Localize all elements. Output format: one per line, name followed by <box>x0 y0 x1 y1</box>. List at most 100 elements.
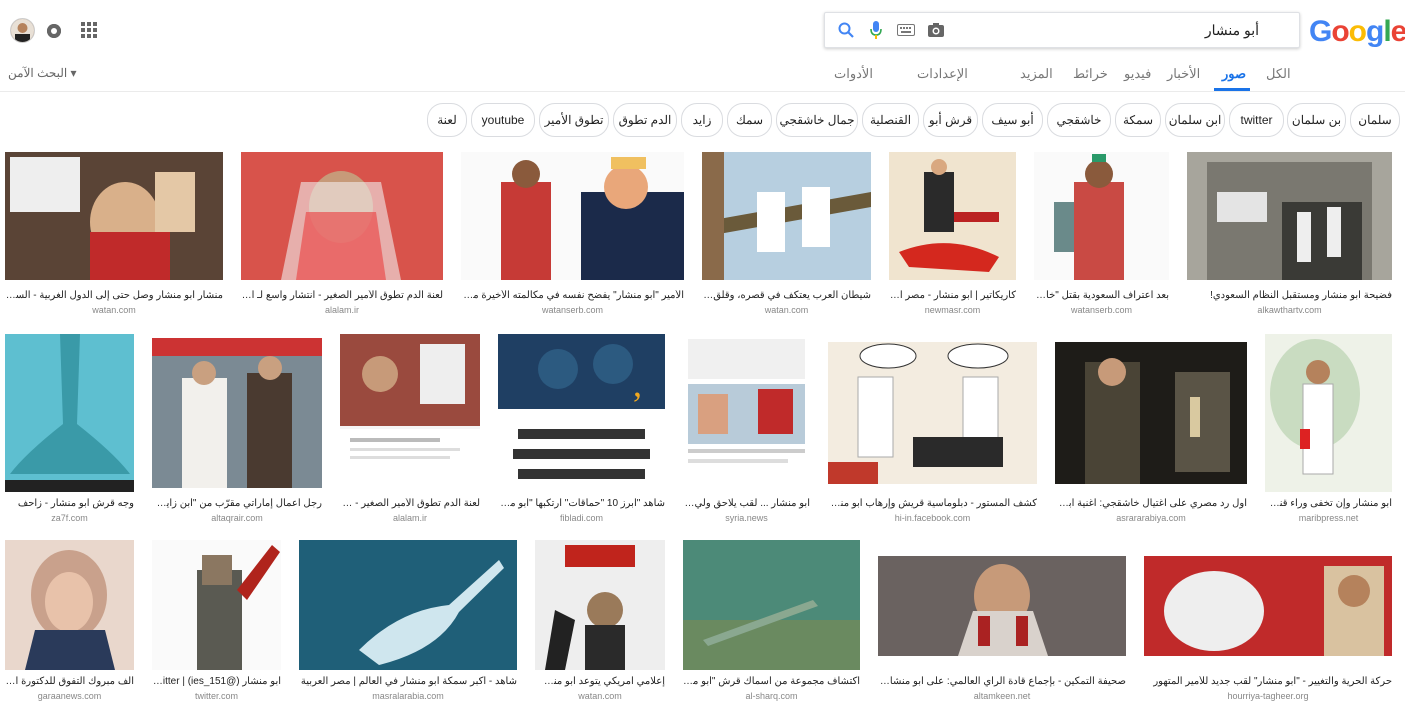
image-result[interactable]: , شاهد "أبرز 10 "حماقات" ارتكبها "أبو من… <box>498 334 665 524</box>
tab-images[interactable]: صور <box>1222 66 1246 82</box>
image-result[interactable]: وجه قرش أبو منشار - زاحف za7f.com <box>5 334 134 524</box>
related-chip[interactable]: youtube <box>471 103 535 137</box>
image-result[interactable]: لعنة الدم تطوق الأمير الصغير - انتشار وا… <box>340 334 480 524</box>
result-caption[interactable]: ألف مبروك التفوق للدكتورة الصغيرة... <box>5 676 134 687</box>
tab-settings[interactable]: الإعدادات <box>917 66 968 82</box>
account-avatar[interactable] <box>10 18 35 43</box>
tab-more[interactable]: المزيد <box>1020 66 1053 82</box>
image-result[interactable]: كاريكاتير | أبو منشار - مصر الجديدة newm… <box>889 152 1016 317</box>
related-chip[interactable]: بن سلمان <box>1287 103 1346 137</box>
apps-grid-icon[interactable] <box>81 22 97 38</box>
image-result[interactable]: حركة الحرية والتغيير - "أبو منشار" لقب ج… <box>1144 556 1392 710</box>
result-caption[interactable]: الأمير "أبو منشار" يفضح نفسه في مكالمته … <box>461 290 684 301</box>
result-caption[interactable]: لعنة الدم تطوق الأمير الصغير - انتشار وا… <box>241 290 443 301</box>
result-thumbnail[interactable] <box>299 540 517 670</box>
result-caption[interactable]: أول رد مصري على اغتيال خاشقجي: أغنية أبو… <box>1055 498 1247 509</box>
related-chip[interactable]: الدم تطوق <box>613 103 677 137</box>
related-chip[interactable]: أبو سيف <box>982 103 1043 137</box>
image-result[interactable]: إعلامي أمريكي يتوعد أبو منشار بالـ... wa… <box>535 540 665 710</box>
result-caption[interactable]: أبو منشار وإن تخفى وراء قنصل ... <box>1265 498 1392 509</box>
result-caption[interactable]: فضيحة أبو منشار ومستقبل النظام السعودي! <box>1187 290 1392 301</box>
result-thumbnail[interactable] <box>1187 152 1392 280</box>
result-caption[interactable]: وجه قرش أبو منشار - زاحف <box>5 498 134 509</box>
result-thumbnail[interactable] <box>702 152 871 280</box>
result-thumbnail[interactable] <box>828 342 1037 484</box>
result-caption[interactable]: أبو منشار (@ies_151) | Twitter <box>152 676 281 687</box>
image-result[interactable]: ألف مبروك التفوق للدكتورة الصغيرة... gar… <box>5 540 134 710</box>
result-thumbnail[interactable] <box>5 334 134 492</box>
tab-news[interactable]: الأخبار <box>1167 66 1200 82</box>
result-thumbnail[interactable] <box>889 152 1016 280</box>
image-result[interactable]: كشف المستور - دبلوماسية قريش وإرهاب أبو … <box>828 342 1037 524</box>
result-thumbnail[interactable] <box>1265 334 1392 492</box>
related-chip[interactable]: قرش أبو <box>923 103 978 137</box>
result-thumbnail[interactable] <box>5 152 223 280</box>
image-result[interactable]: لعنة الدم تطوق الأمير الصغير - انتشار وا… <box>241 152 443 317</box>
result-caption[interactable]: حركة الحرية والتغيير - "أبو منشار" لقب ج… <box>1144 676 1392 687</box>
result-thumbnail[interactable]: , <box>498 334 665 492</box>
result-caption[interactable]: شاهد "أبرز 10 "حماقات" ارتكبها "أبو منشا… <box>498 498 665 509</box>
result-thumbnail[interactable] <box>878 556 1126 656</box>
result-caption[interactable]: اكتشاف مجموعة من أسماك قرش "أبو منشار" ت… <box>683 676 860 687</box>
related-chip[interactable]: زايد <box>681 103 723 137</box>
result-thumbnail[interactable] <box>1144 556 1392 656</box>
safesearch-dropdown[interactable]: البحث الآمن ▾ <box>8 66 77 80</box>
image-result[interactable]: منشار أبو منشار وصل حتى إلى الدول الغربي… <box>5 152 223 317</box>
image-result[interactable]: الأمير "أبو منشار" يفضح نفسه في مكالمته … <box>461 152 684 317</box>
result-caption[interactable]: لعنة الدم تطوق الأمير الصغير - انتشار وا… <box>340 498 480 509</box>
result-caption[interactable]: شاهد - أكبر سمكة أبو منشار في العالم | م… <box>299 676 517 687</box>
result-caption[interactable]: رجل أعمال إماراتي مقرّب من "ابن زايد" يك… <box>152 498 322 509</box>
related-chip[interactable]: سمكة <box>1115 103 1161 137</box>
google-logo[interactable]: Google <box>1309 14 1405 50</box>
result-caption[interactable]: بعد اعتراف السعودية بقتل "خاشقجي"... <box>1034 290 1169 301</box>
image-result[interactable]: أبو منشار ... لقب يلاحق ولي العهد... syr… <box>683 334 810 524</box>
image-result[interactable]: شيطان العرب يعتكف في قصره، وقلق على عزل.… <box>702 152 871 317</box>
image-result[interactable]: فضيحة أبو منشار ومستقبل النظام السعودي! … <box>1187 152 1392 317</box>
search-box[interactable]: أبو منشار <box>824 12 1300 48</box>
result-thumbnail[interactable] <box>241 152 443 280</box>
related-chip[interactable]: خاشقجي <box>1047 103 1111 137</box>
search-icon[interactable] <box>835 19 857 41</box>
related-chip[interactable]: سلمان <box>1350 103 1400 137</box>
image-result[interactable]: اكتشاف مجموعة من أسماك قرش "أبو منشار" ت… <box>683 540 860 710</box>
image-result[interactable]: أول رد مصري على اغتيال خاشقجي: أغنية أبو… <box>1055 342 1247 524</box>
result-caption[interactable]: كشف المستور - دبلوماسية قريش وإرهاب أبو … <box>828 498 1037 509</box>
result-thumbnail[interactable] <box>152 540 281 670</box>
tab-all[interactable]: الكل <box>1266 66 1291 82</box>
notifications-icon[interactable] <box>47 24 61 38</box>
related-chip[interactable]: twitter <box>1229 103 1284 137</box>
related-chip[interactable]: سمك <box>727 103 772 137</box>
related-chip[interactable]: القنصلية <box>862 103 919 137</box>
result-caption[interactable]: أبو منشار ... لقب يلاحق ولي العهد... <box>683 498 810 509</box>
result-thumbnail[interactable] <box>1034 152 1169 280</box>
microphone-icon[interactable] <box>865 19 887 41</box>
related-chip[interactable]: تطوق الأمير <box>539 103 609 137</box>
result-thumbnail[interactable] <box>461 152 684 280</box>
image-result[interactable]: أبو منشار وإن تخفى وراء قنصل ... maribpr… <box>1265 334 1392 524</box>
image-result[interactable]: أبو منشار (@ies_151) | Twitter twitter.c… <box>152 540 281 710</box>
result-thumbnail[interactable] <box>683 540 860 670</box>
tab-videos[interactable]: فيديو <box>1124 66 1151 82</box>
image-result[interactable]: رجل أعمال إماراتي مقرّب من "ابن زايد" يك… <box>152 338 322 524</box>
related-chip[interactable]: جمال خاشقجي <box>776 103 858 137</box>
result-thumbnail[interactable] <box>683 334 810 492</box>
result-thumbnail[interactable] <box>152 338 322 488</box>
result-caption[interactable]: إعلامي أمريكي يتوعد أبو منشار بالـ... <box>535 676 665 687</box>
image-result[interactable]: شاهد - أكبر سمكة أبو منشار في العالم | م… <box>299 540 517 710</box>
tab-maps[interactable]: خرائط <box>1073 66 1108 82</box>
result-caption[interactable]: كاريكاتير | أبو منشار - مصر الجديدة <box>889 290 1016 301</box>
result-caption[interactable]: صحيفة التمكين - بإجماع قادة الرأي العالم… <box>878 676 1126 687</box>
related-chip[interactable]: ابن سلمان <box>1165 103 1225 137</box>
keyboard-icon[interactable] <box>895 19 917 41</box>
result-thumbnail[interactable] <box>535 540 665 670</box>
result-caption[interactable]: منشار أبو منشار وصل حتى إلى الدول الغربي… <box>5 290 223 301</box>
related-chip[interactable]: لعنة <box>427 103 467 137</box>
result-caption[interactable]: شيطان العرب يعتكف في قصره، وقلق على عزل.… <box>702 290 871 301</box>
image-result[interactable]: صحيفة التمكين - بإجماع قادة الرأي العالم… <box>878 556 1126 710</box>
camera-icon[interactable] <box>925 19 947 41</box>
result-thumbnail[interactable] <box>340 334 480 492</box>
result-thumbnail[interactable] <box>1055 342 1247 484</box>
tab-tools[interactable]: الأدوات <box>834 66 873 82</box>
search-input[interactable]: أبو منشار <box>1205 22 1259 39</box>
image-result[interactable]: بعد اعتراف السعودية بقتل "خاشقجي"... wat… <box>1034 152 1169 317</box>
